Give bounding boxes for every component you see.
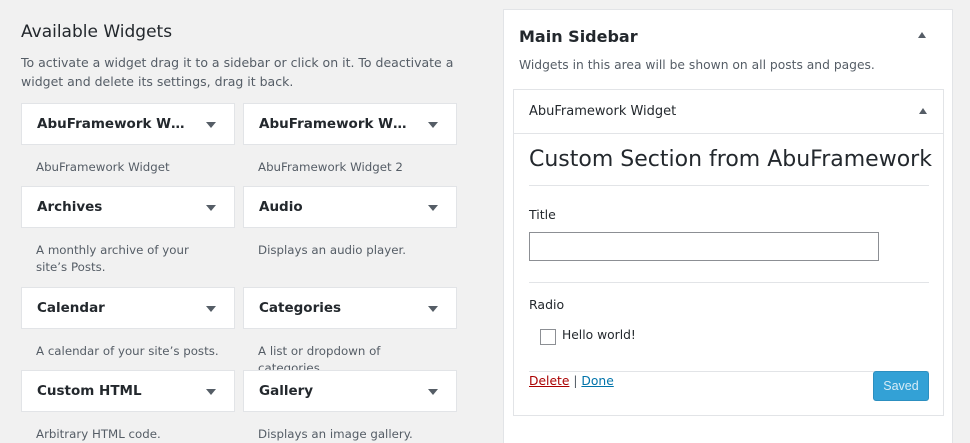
expand-arrow-icon[interactable] [428, 306, 438, 312]
expand-arrow-icon[interactable] [206, 306, 216, 312]
available-widgets-description: To activate a widget drag it to a sideba… [21, 55, 454, 89]
widget-top[interactable]: AbuFramework Widg... [243, 103, 457, 145]
saved-button[interactable]: Saved [873, 371, 929, 401]
sidebar-title[interactable]: Main Sidebar [519, 27, 638, 46]
expand-arrow-icon[interactable] [206, 122, 216, 128]
widget-top[interactable]: Custom HTML [21, 370, 235, 412]
widget-item[interactable]: Gallery Displays an image gallery. [243, 370, 457, 443]
main-sidebar: Main Sidebar Widgets in this area will b… [503, 9, 953, 443]
open-widget-title: AbuFramework Widget [529, 104, 677, 119]
widget-description: AbuFramework Widget [36, 160, 170, 174]
divider [529, 282, 929, 283]
delete-link[interactable]: Delete [529, 374, 569, 388]
open-widget-header[interactable]: AbuFramework Widget [514, 90, 943, 134]
available-widgets-heading: Available Widgets [21, 22, 173, 42]
widget-top[interactable]: Calendar [21, 287, 235, 329]
widget-description: Displays an image gallery. [258, 427, 413, 441]
checkbox-label[interactable]: Hello world! [562, 328, 636, 342]
open-widget: AbuFramework Widget Custom Section from … [513, 89, 944, 416]
divider [529, 185, 929, 186]
expand-arrow-icon[interactable] [206, 205, 216, 211]
hello-world-checkbox[interactable] [540, 329, 556, 345]
widget-title: Archives [37, 199, 103, 215]
section-heading: Custom Section from AbuFramework [529, 147, 932, 172]
widget-description: Displays an audio player. [258, 243, 407, 257]
widget-title: Custom HTML [37, 383, 142, 399]
widget-item[interactable]: Archives A monthly archive of your site’… [21, 186, 235, 276]
widget-title: Gallery [259, 383, 314, 399]
widget-item[interactable]: Categories A list or dropdown of categor… [243, 287, 457, 377]
expand-arrow-icon[interactable] [428, 122, 438, 128]
widget-top[interactable]: Categories [243, 287, 457, 329]
widget-description: A calendar of your site’s posts. [36, 344, 219, 358]
done-link[interactable]: Done [581, 374, 613, 388]
widget-item[interactable]: AbuFramework Widget AbuFramework Widget [21, 103, 235, 176]
widget-description: A monthly archive of your site’s Posts. [36, 243, 189, 274]
widget-top[interactable]: Gallery [243, 370, 457, 412]
widget-title: Audio [259, 199, 303, 215]
widget-top[interactable]: Audio [243, 186, 457, 228]
widgets-page: Available Widgets To activate a widget d… [0, 0, 970, 443]
widget-title: AbuFramework Widget [37, 116, 187, 132]
radio-label: Radio [529, 297, 565, 312]
collapse-sidebar-arrow-icon[interactable] [918, 32, 926, 38]
widget-title: Categories [259, 300, 342, 316]
widget-description: AbuFramework Widget 2 [258, 160, 403, 174]
expand-arrow-icon[interactable] [428, 205, 438, 211]
separator: | [573, 374, 578, 388]
widget-top[interactable]: Archives [21, 186, 235, 228]
title-label: Title [529, 207, 556, 222]
widget-title: AbuFramework Widg... [259, 116, 409, 132]
widget-item[interactable]: Custom HTML Arbitrary HTML code. [21, 370, 235, 443]
collapse-widget-arrow-icon[interactable] [919, 108, 927, 114]
title-input[interactable] [529, 232, 879, 261]
sidebar-description: Widgets in this area will be shown on al… [519, 58, 875, 72]
widget-item[interactable]: AbuFramework Widg... AbuFramework Widget… [243, 103, 457, 176]
widget-actions: Delete | Done [529, 374, 614, 388]
widget-item[interactable]: Audio Displays an audio player. [243, 186, 457, 259]
widget-title: Calendar [37, 300, 105, 316]
divider [529, 371, 929, 372]
widget-top[interactable]: AbuFramework Widget [21, 103, 235, 145]
widget-item[interactable]: Calendar A calendar of your site’s posts… [21, 287, 235, 360]
available-widgets-panel: Available Widgets To activate a widget d… [21, 20, 457, 91]
expand-arrow-icon[interactable] [206, 389, 216, 395]
expand-arrow-icon[interactable] [428, 389, 438, 395]
widget-description: Arbitrary HTML code. [36, 427, 161, 441]
